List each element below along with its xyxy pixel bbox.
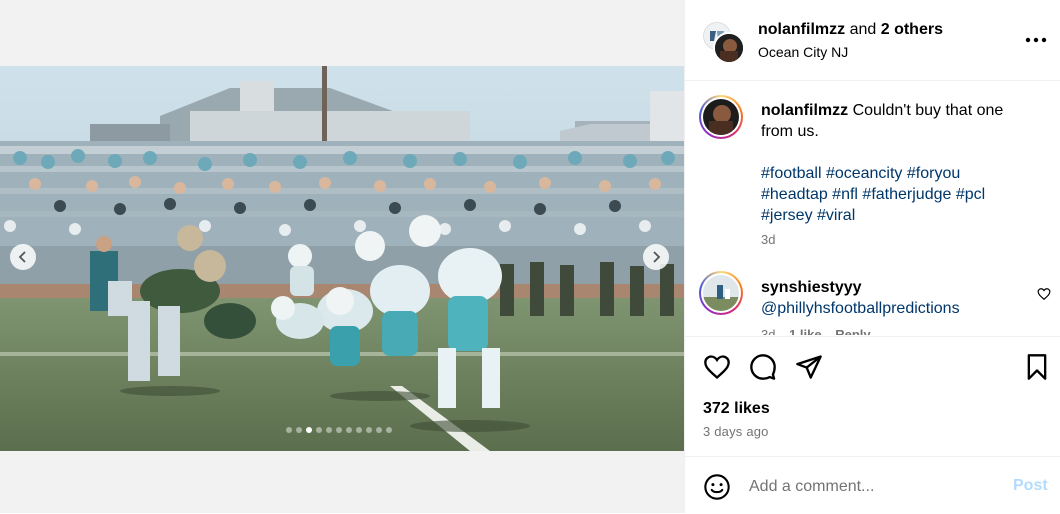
carousel-dot xyxy=(386,427,392,433)
carousel-dot xyxy=(336,427,342,433)
avatar xyxy=(713,32,745,64)
emoji-button[interactable] xyxy=(703,473,731,501)
post-comment-button[interactable]: Post xyxy=(1013,477,1048,495)
carousel-dot xyxy=(316,427,322,433)
like-comment-button[interactable] xyxy=(1037,287,1051,301)
carousel-dot xyxy=(356,427,362,433)
others-link[interactable]: 2 others xyxy=(881,21,943,38)
carousel-dot xyxy=(376,427,382,433)
chevron-left-icon xyxy=(18,251,26,263)
comment-input[interactable] xyxy=(747,473,1001,501)
comment-meta: 3d 1 like Reply xyxy=(761,327,871,335)
media-panel xyxy=(0,0,684,513)
carousel-dot xyxy=(346,427,352,433)
actions-bar: 372 likes 3 days ago xyxy=(685,336,1060,457)
more-horizontal-icon xyxy=(1025,37,1047,43)
reply-button[interactable]: Reply xyxy=(835,327,870,335)
comment: synshiestyyy @phillyhsfootballprediction… xyxy=(761,277,1011,319)
comment-bubble-icon xyxy=(750,354,776,380)
caption-timestamp[interactable]: 3d xyxy=(761,232,775,247)
bookmark-icon xyxy=(1027,354,1047,380)
comment-button[interactable] xyxy=(749,353,777,381)
save-button[interactable] xyxy=(1023,353,1051,381)
profile-photo-icon xyxy=(703,99,739,135)
carousel-dot xyxy=(326,427,332,433)
more-options-button[interactable] xyxy=(1025,30,1047,50)
carousel-indicator xyxy=(286,427,392,433)
comment-username[interactable]: synshiestyyy xyxy=(761,277,1011,298)
details-panel: nolanfilmzz and 2 others Ocean City NJ n… xyxy=(684,0,1060,513)
share-button[interactable] xyxy=(795,353,823,381)
next-image-button[interactable] xyxy=(643,244,669,270)
author-username[interactable]: nolanfilmzz xyxy=(758,21,845,38)
post-timestamp[interactable]: 3 days ago xyxy=(703,424,769,439)
add-comment-bar: Post xyxy=(685,456,1060,514)
location-link[interactable]: Ocean City NJ xyxy=(758,44,848,60)
collab-avatars[interactable] xyxy=(703,22,745,64)
football-scene xyxy=(0,66,684,451)
carousel-dot-active xyxy=(306,427,312,433)
instagram-post-dialog: nolanfilmzz and 2 others Ocean City NJ n… xyxy=(0,0,1060,513)
like-button[interactable] xyxy=(703,353,731,381)
emoji-smiley-icon xyxy=(704,474,730,500)
heart-outline-icon xyxy=(1037,288,1051,301)
post-authors[interactable]: nolanfilmzz and 2 others xyxy=(758,21,943,39)
post-header: nolanfilmzz and 2 others Ocean City NJ xyxy=(685,0,1060,81)
comments-section[interactable]: nolanfilmzz Couldn't buy that one from u… xyxy=(685,81,1060,335)
carousel-dot xyxy=(366,427,372,433)
caption-hashtags[interactable]: #football #oceancity #foryou #headtap #n… xyxy=(761,163,1031,226)
caption: nolanfilmzz Couldn't buy that one from u… xyxy=(761,100,1031,226)
carousel-dot xyxy=(296,427,302,433)
caption-username[interactable]: nolanfilmzz xyxy=(761,102,848,119)
carousel-dot xyxy=(286,427,292,433)
heart-outline-icon xyxy=(704,355,730,380)
paper-plane-icon xyxy=(796,355,822,379)
comment-avatar[interactable] xyxy=(699,271,743,315)
profile-photo-icon xyxy=(703,275,739,311)
profile-photo-icon xyxy=(715,34,743,62)
and-text: and xyxy=(849,21,877,38)
caption-avatar[interactable] xyxy=(699,95,743,139)
previous-image-button[interactable] xyxy=(10,244,36,270)
comment-mention[interactable]: @phillyhsfootballpredictions xyxy=(761,298,1011,319)
post-photo[interactable] xyxy=(0,66,684,451)
chevron-right-icon xyxy=(653,251,661,263)
comment-timestamp[interactable]: 3d xyxy=(761,327,775,335)
comment-likes[interactable]: 1 like xyxy=(789,327,822,335)
likes-count[interactable]: 372 likes xyxy=(703,400,770,418)
